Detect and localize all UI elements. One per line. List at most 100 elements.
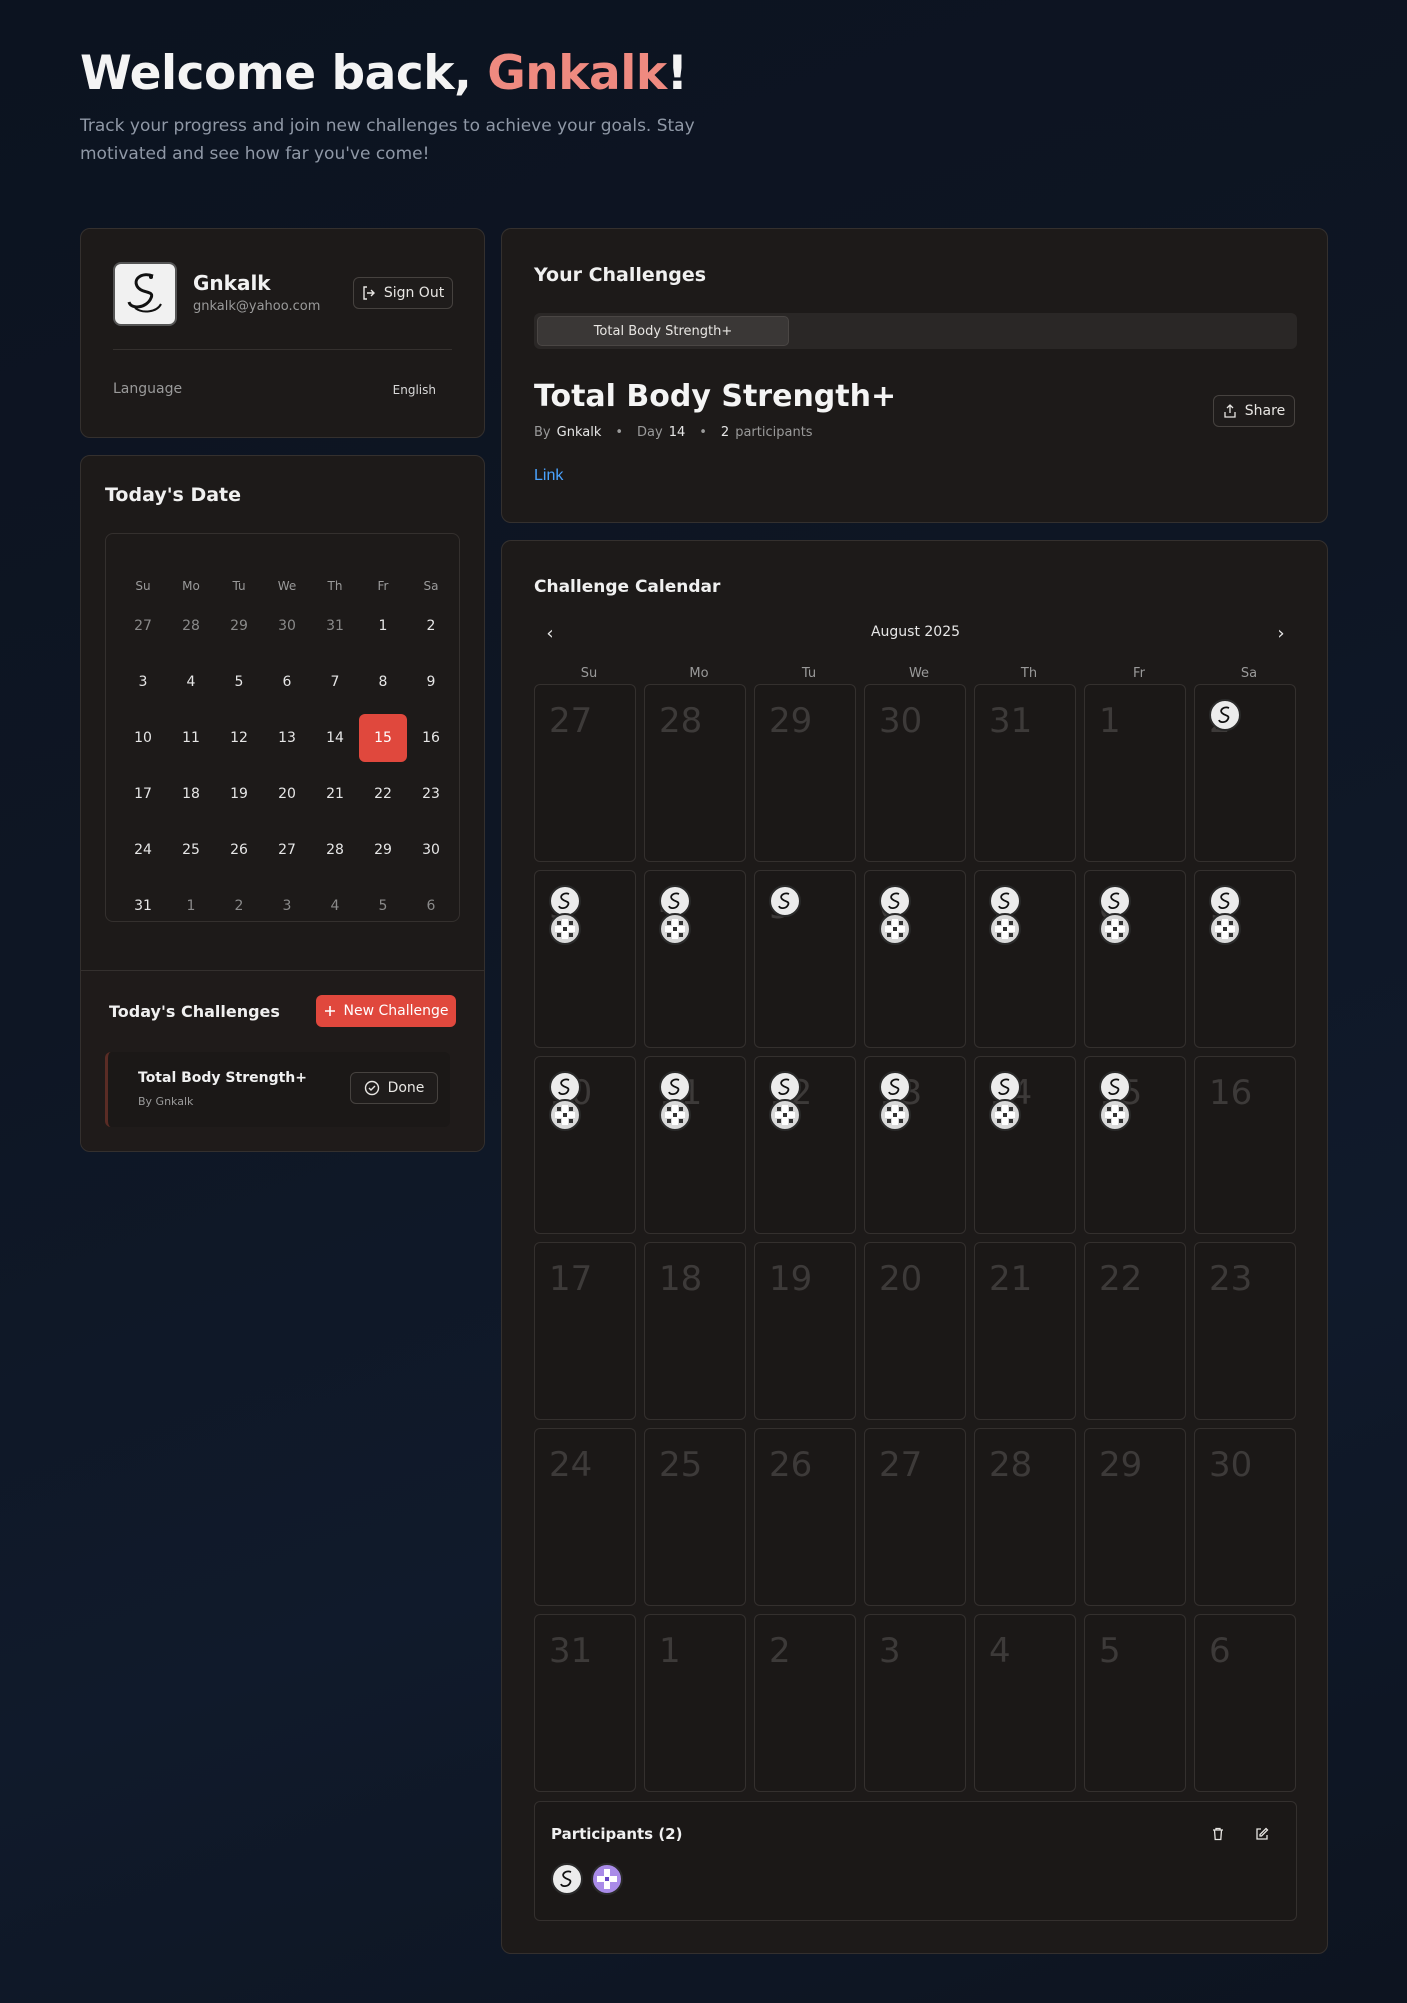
challenge-link[interactable]: Link (534, 467, 563, 485)
mini-calendar-day[interactable]: 1 (359, 598, 407, 654)
language-select[interactable]: English (393, 383, 436, 397)
mini-calendar-day[interactable]: 6 (263, 654, 311, 710)
calendar-day-cell[interactable]: 5 (754, 870, 856, 1048)
calendar-day-cell[interactable]: 4 (644, 870, 746, 1048)
mini-calendar-day[interactable]: 4 (167, 654, 215, 710)
mini-calendar-today[interactable]: 15 (359, 714, 407, 762)
calendar-day-cell[interactable]: 3 (864, 1614, 966, 1792)
calendar-day-cell[interactable]: 13 (864, 1056, 966, 1234)
participant-markers (879, 1071, 911, 1131)
calendar-day-cell[interactable]: 19 (754, 1242, 856, 1420)
calendar-day-cell[interactable]: 30 (864, 684, 966, 862)
calendar-day-cell[interactable]: 3 (534, 870, 636, 1048)
mini-calendar-day[interactable]: 3 (119, 654, 167, 710)
mini-calendar-day[interactable]: 23 (407, 766, 455, 822)
share-button[interactable]: Share (1213, 395, 1295, 427)
mini-calendar-day[interactable]: 25 (167, 822, 215, 878)
calendar-day-cell[interactable]: 12 (754, 1056, 856, 1234)
calendar-day-cell[interactable]: 15 (1084, 1056, 1186, 1234)
mini-calendar-day[interactable]: 5 (215, 654, 263, 710)
next-month-icon[interactable]: › (1269, 621, 1293, 645)
edit-icon[interactable] (1248, 1820, 1276, 1848)
list-item[interactable]: Total Body Strength+ By Gnkalk Done (105, 1052, 450, 1127)
mini-calendar-day[interactable]: 27 (263, 822, 311, 878)
avatar[interactable] (551, 1863, 583, 1895)
calendar-day-cell[interactable]: 27 (534, 684, 636, 862)
mini-calendar-day[interactable]: 20 (263, 766, 311, 822)
calendar-day-cell[interactable]: 20 (864, 1242, 966, 1420)
calendar-day-cell[interactable]: 1 (1084, 684, 1186, 862)
calendar-day-cell[interactable]: 27 (864, 1428, 966, 1606)
calendar-day-cell[interactable]: 31 (974, 684, 1076, 862)
calendar-day-cell[interactable]: 9 (1194, 870, 1296, 1048)
mini-calendar-day[interactable]: 29 (359, 822, 407, 878)
calendar-day-cell[interactable]: 31 (534, 1614, 636, 1792)
mini-calendar-day[interactable]: 6 (407, 878, 455, 934)
trash-icon[interactable] (1204, 1820, 1232, 1848)
calendar-day-cell[interactable]: 18 (644, 1242, 746, 1420)
calendar-day-number: 16 (1209, 1073, 1253, 1113)
mini-calendar-day[interactable]: 4 (311, 878, 359, 934)
mini-calendar-day[interactable]: 2 (215, 878, 263, 934)
calendar-day-cell[interactable]: 22 (1084, 1242, 1186, 1420)
calendar-day-cell[interactable]: 5 (1084, 1614, 1186, 1792)
calendar-day-cell[interactable]: 7 (974, 870, 1076, 1048)
your-challenges-card: Your Challenges Total Body Strength+ Tot… (501, 228, 1328, 523)
calendar-day-cell[interactable]: 10 (534, 1056, 636, 1234)
mini-calendar-day[interactable]: 28 (167, 598, 215, 654)
mini-calendar-day[interactable]: 19 (215, 766, 263, 822)
mini-calendar-day[interactable]: 31 (119, 878, 167, 934)
calendar-day-cell[interactable]: 28 (644, 684, 746, 862)
calendar-day-cell[interactable]: 17 (534, 1242, 636, 1420)
mini-calendar-day[interactable]: 30 (263, 598, 311, 654)
mini-calendar-day[interactable]: 27 (119, 598, 167, 654)
mini-calendar-day[interactable]: 12 (215, 710, 263, 766)
mini-calendar-day[interactable]: 24 (119, 822, 167, 878)
mini-calendar-day[interactable]: 31 (311, 598, 359, 654)
calendar-day-cell[interactable]: 29 (754, 684, 856, 862)
mini-calendar-day[interactable]: 26 (215, 822, 263, 878)
calendar-day-cell[interactable]: 30 (1194, 1428, 1296, 1606)
calendar-day-cell[interactable]: 29 (1084, 1428, 1186, 1606)
mini-calendar-day[interactable]: 10 (119, 710, 167, 766)
calendar-day-cell[interactable]: 28 (974, 1428, 1076, 1606)
mini-calendar-day[interactable]: 9 (407, 654, 455, 710)
mini-calendar-day[interactable]: 13 (263, 710, 311, 766)
mini-calendar-day[interactable]: 16 (407, 710, 455, 766)
mini-calendar-day[interactable]: 22 (359, 766, 407, 822)
calendar-day-cell[interactable]: 6 (864, 870, 966, 1048)
tab-total-body-strength[interactable]: Total Body Strength+ (537, 316, 789, 346)
calendar-day-cell[interactable]: 14 (974, 1056, 1076, 1234)
new-challenge-button[interactable]: New Challenge (316, 995, 456, 1027)
calendar-day-cell[interactable]: 2 (1194, 684, 1296, 862)
calendar-day-cell[interactable]: 26 (754, 1428, 856, 1606)
calendar-day-cell[interactable]: 21 (974, 1242, 1076, 1420)
calendar-day-cell[interactable]: 16 (1194, 1056, 1296, 1234)
mini-calendar-day[interactable]: 5 (359, 878, 407, 934)
calendar-day-cell[interactable]: 8 (1084, 870, 1186, 1048)
mini-calendar-day[interactable]: 21 (311, 766, 359, 822)
mini-calendar-day[interactable]: 18 (167, 766, 215, 822)
calendar-day-cell[interactable]: 2 (754, 1614, 856, 1792)
mini-calendar-day[interactable]: 2 (407, 598, 455, 654)
calendar-day-cell[interactable]: 1 (644, 1614, 746, 1792)
mini-calendar-day[interactable]: 14 (311, 710, 359, 766)
mini-calendar-day[interactable]: 7 (311, 654, 359, 710)
mini-calendar-day[interactable]: 3 (263, 878, 311, 934)
done-button[interactable]: Done (350, 1072, 438, 1104)
calendar-day-cell[interactable]: 24 (534, 1428, 636, 1606)
mini-calendar-day[interactable]: 11 (167, 710, 215, 766)
avatar[interactable] (591, 1863, 623, 1895)
calendar-day-cell[interactable]: 25 (644, 1428, 746, 1606)
mini-calendar-day[interactable]: 1 (167, 878, 215, 934)
mini-calendar-day[interactable]: 17 (119, 766, 167, 822)
mini-calendar-day[interactable]: 28 (311, 822, 359, 878)
mini-calendar-day[interactable]: 8 (359, 654, 407, 710)
sign-out-button[interactable]: Sign Out (353, 277, 453, 309)
calendar-day-cell[interactable]: 11 (644, 1056, 746, 1234)
calendar-day-cell[interactable]: 4 (974, 1614, 1076, 1792)
calendar-day-cell[interactable]: 23 (1194, 1242, 1296, 1420)
mini-calendar-day[interactable]: 29 (215, 598, 263, 654)
mini-calendar-day[interactable]: 30 (407, 822, 455, 878)
calendar-day-cell[interactable]: 6 (1194, 1614, 1296, 1792)
